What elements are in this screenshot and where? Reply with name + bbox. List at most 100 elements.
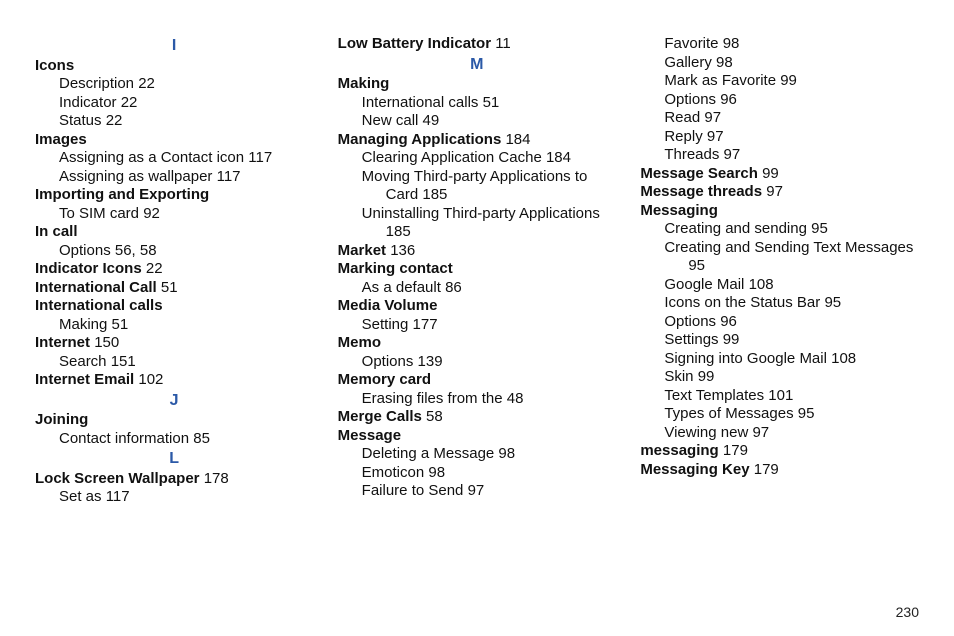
index-letter-heading: I [35, 37, 314, 56]
index-entry: International calls 51 [338, 94, 617, 113]
index-page-ref: 99 [780, 72, 797, 89]
index-page-ref: 86 [445, 279, 462, 296]
index-entry: Emoticon 98 [338, 464, 617, 483]
index-page-ref: 184 [505, 131, 530, 148]
index-term: Description [59, 75, 134, 92]
index-term: As a default [362, 279, 441, 296]
index-entry: Memory card [338, 371, 617, 390]
index-term: Assigning as a Contact icon [59, 149, 244, 166]
index-term: Message threads [640, 183, 762, 200]
index-column-2: Low Battery Indicator 11MMakingInternati… [338, 35, 617, 616]
index-term: Creating and Sending Text Messages [664, 239, 913, 256]
index-entry: Message [338, 427, 617, 446]
index-term: Making [338, 75, 390, 92]
index-page-ref: 177 [413, 316, 438, 333]
index-entry: Importing and Exporting [35, 186, 314, 205]
index-entry: Reply 97 [640, 128, 919, 147]
index-letter-heading: J [35, 392, 314, 411]
index-entry: Assigning as wallpaper 117 [35, 168, 314, 187]
index-term: Memory card [338, 371, 431, 388]
index-term: Read [664, 109, 700, 126]
index-term: Media Volume [338, 297, 438, 314]
index-entry: Options 96 [640, 91, 919, 110]
index-page-ref: 58 [426, 408, 443, 425]
index-page-ref: 98 [723, 35, 740, 52]
index-page-ref: 117 [217, 168, 241, 185]
index-term: Emoticon [362, 464, 425, 481]
index-term: Text Templates [664, 387, 764, 404]
index-page-ref: 98 [716, 54, 733, 71]
index-entry: messaging 179 [640, 442, 919, 461]
index-page-ref: 97 [704, 109, 721, 126]
index-term: Gallery [664, 54, 712, 71]
index-page-ref: 97 [752, 424, 769, 441]
index-term: Message [338, 427, 401, 444]
index-term: International Call [35, 279, 157, 296]
index-page-ref: 96 [720, 313, 737, 330]
index-page-ref: 97 [724, 146, 741, 163]
index-term: Contact information [59, 430, 189, 447]
index-page-ref: 51 [112, 316, 129, 333]
index-term: Internet Email [35, 371, 134, 388]
index-term: New call [362, 112, 419, 129]
index-term: Marking contact [338, 260, 453, 277]
index-entry: New call 49 [338, 112, 617, 131]
index-column-3: Favorite 98Gallery 98Mark as Favorite 99… [640, 35, 919, 616]
index-page-ref: 51 [161, 279, 178, 296]
index-entry: Set as 117 [35, 488, 314, 507]
index-term: Images [35, 131, 87, 148]
index-term: Indicator Icons [35, 260, 142, 277]
index-term: Setting [362, 316, 409, 333]
index-page-ref: 151 [111, 353, 136, 370]
index-entry: International Call 51 [35, 279, 314, 298]
index-term: Favorite [664, 35, 718, 52]
index-term: Search [59, 353, 107, 370]
index-term: Options [664, 91, 716, 108]
index-page-ref: 95 [824, 294, 841, 311]
index-entry: Moving Third-party Applications to Card … [338, 168, 617, 205]
index-term: Icons [35, 57, 74, 74]
index-term: Settings [664, 331, 718, 348]
index-page-ref: 179 [754, 461, 779, 478]
index-entry: Message threads 97 [640, 183, 919, 202]
index-entry: Merge Calls 58 [338, 408, 617, 427]
index-term: Joining [35, 411, 88, 428]
index-entry: Options 139 [338, 353, 617, 372]
index-entry: Read 97 [640, 109, 919, 128]
index-entry: Making 51 [35, 316, 314, 335]
index-letter-heading: L [35, 450, 314, 469]
index-term: Skin [664, 368, 693, 385]
index-term: Icons on the Status Bar [664, 294, 820, 311]
index-entry: Contact information 85 [35, 430, 314, 449]
index-term: Merge Calls [338, 408, 422, 425]
index-term: Message Search [640, 165, 758, 182]
index-entry: Joining [35, 411, 314, 430]
index-entry: In call [35, 223, 314, 242]
index-page-ref: 22 [106, 112, 123, 129]
index-page-ref: 117 [248, 149, 272, 166]
index-term: Options [59, 242, 111, 259]
index-term: Messaging [640, 202, 718, 219]
index-term: International calls [362, 94, 479, 111]
index-term: Clearing Application Cache [362, 149, 542, 166]
index-term: Status [59, 112, 102, 129]
index-entry: Mark as Favorite 99 [640, 72, 919, 91]
index-page-ref: 150 [94, 334, 119, 351]
index-term: Lock Screen Wallpaper [35, 470, 200, 487]
index-entry: Internet 150 [35, 334, 314, 353]
index-page-ref: 179 [723, 442, 748, 459]
index-entry: Managing Applications 184 [338, 131, 617, 150]
index-entry: Failure to Send 97 [338, 482, 617, 501]
index-entry: Creating and sending 95 [640, 220, 919, 239]
index-page-ref: 56, 58 [115, 242, 157, 259]
index-entry: Icons on the Status Bar 95 [640, 294, 919, 313]
index-page-ref: 98 [498, 445, 515, 462]
index-page-ref: 49 [423, 112, 440, 129]
index-term: Managing Applications [338, 131, 502, 148]
index-term: Options [664, 313, 716, 330]
index-entry: Status 22 [35, 112, 314, 131]
index-entry: Marking contact [338, 260, 617, 279]
index-term: Low Battery Indicator [338, 35, 491, 52]
index-page-ref: 99 [762, 165, 779, 182]
index-term: Market [338, 242, 386, 259]
